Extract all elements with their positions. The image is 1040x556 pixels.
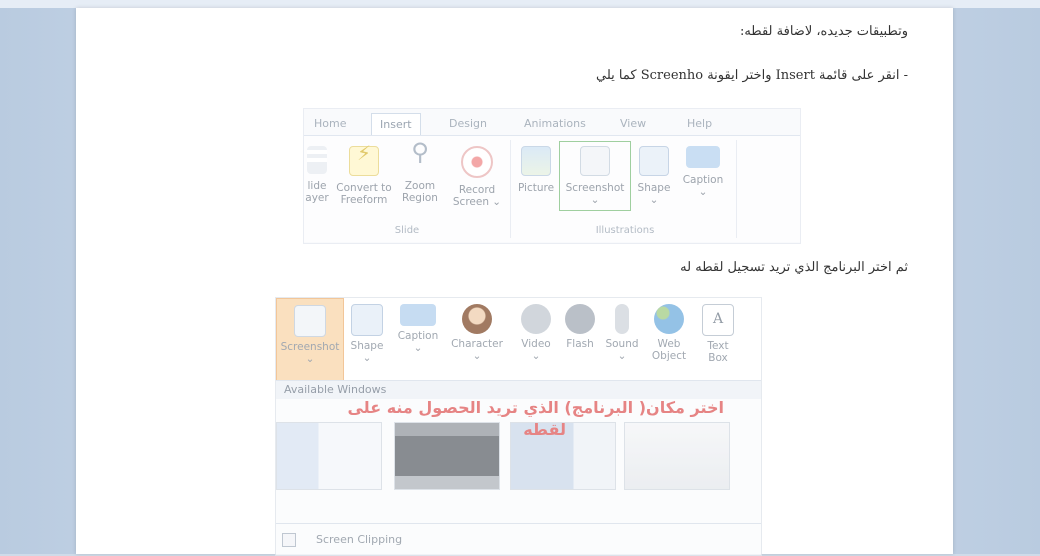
button-label: Shape bbox=[350, 340, 384, 352]
picture-icon bbox=[521, 146, 551, 176]
button-label: ⌄ bbox=[531, 350, 541, 362]
button-label: ⌄ bbox=[590, 194, 600, 206]
button-label: ⌄ bbox=[698, 186, 708, 198]
window-thumbnail[interactable] bbox=[394, 422, 500, 490]
convert-to-freeform-button[interactable]: ⚡ Convert to Freeform bbox=[334, 143, 394, 206]
button-label: Screenshot bbox=[565, 182, 625, 194]
tab-insert[interactable]: Insert bbox=[371, 113, 421, 135]
button-label: ⌄ bbox=[617, 350, 627, 362]
shape-icon bbox=[639, 146, 669, 176]
slide-group: lide ayer ⚡ Convert to Freeform ⚲ Zoom R… bbox=[304, 140, 511, 238]
ribbon-screenshot-1: Home Insert Design Animations View Help … bbox=[303, 108, 801, 244]
paragraph-line-1: وتطبيقات جديده، لاضافة لقطه: bbox=[739, 24, 908, 39]
button-label: ⌄ bbox=[305, 353, 315, 365]
button-label: lide bbox=[307, 180, 327, 192]
button-label: Character bbox=[451, 338, 503, 350]
button-label: ayer bbox=[305, 192, 329, 204]
button-label: ⌄ bbox=[362, 352, 372, 364]
button-label: ⌄ bbox=[413, 342, 423, 354]
button-label: Caption bbox=[397, 330, 439, 342]
button-label: Zoom bbox=[404, 180, 436, 192]
text-box-icon: A bbox=[702, 304, 734, 336]
record-icon bbox=[461, 146, 493, 178]
available-windows-header: Available Windows bbox=[276, 380, 761, 399]
button-label: Web bbox=[657, 338, 681, 350]
window-thumbnail[interactable] bbox=[624, 422, 730, 490]
window-thumbnail[interactable] bbox=[276, 422, 382, 490]
shape-button-2[interactable]: Shape ⌄ bbox=[344, 304, 390, 364]
button-label: Video bbox=[521, 338, 551, 350]
sound-icon bbox=[615, 304, 629, 334]
button-label: Caption bbox=[682, 174, 724, 186]
ribbon-tabs: Home Insert Design Animations View Help bbox=[304, 109, 800, 135]
screen-clipping-icon bbox=[282, 533, 296, 547]
slide-group-label: Slide bbox=[394, 225, 420, 236]
button-label: Object bbox=[651, 350, 687, 362]
screenshot-icon bbox=[294, 305, 326, 337]
button-label: Flash bbox=[566, 338, 594, 350]
shape-button[interactable]: Shape ⌄ bbox=[632, 146, 676, 206]
document-page: وتطبيقات جديده، لاضافة لقطه: - انقر على … bbox=[76, 8, 953, 556]
slide-icon bbox=[307, 146, 327, 174]
paragraph-line-3: ثم اختر البرنامج الذي تريد تسجيل لقطه له bbox=[680, 260, 908, 275]
record-screen-button[interactable]: Record Screen ⌄ bbox=[448, 146, 506, 208]
button-label: ⌄ bbox=[649, 194, 659, 206]
shape-icon bbox=[351, 304, 383, 336]
caption-icon bbox=[400, 304, 436, 326]
screen-clipping-item[interactable]: Screen Clipping bbox=[276, 523, 761, 556]
text-box-button[interactable]: A Text Box bbox=[700, 304, 736, 364]
tab-animations[interactable]: Animations bbox=[524, 117, 586, 130]
zoom-icon: ⚲ bbox=[411, 138, 429, 166]
available-windows-label: Available Windows bbox=[284, 383, 387, 396]
slide-layer-button[interactable]: lide ayer bbox=[304, 146, 330, 204]
button-label: Box bbox=[708, 352, 728, 364]
screen-clipping-label: Screen Clipping bbox=[316, 533, 403, 546]
character-icon bbox=[462, 304, 492, 334]
button-label: Screen ⌄ bbox=[452, 196, 502, 208]
button-label: Freeform bbox=[340, 194, 388, 206]
ribbon-body-2: Screenshot ⌄ Shape ⌄ Caption ⌄ Character… bbox=[276, 298, 761, 382]
button-label: Text bbox=[707, 340, 729, 352]
lightning-icon: ⚡ bbox=[349, 143, 379, 176]
illustrations-group: Picture Screenshot ⌄ Shape ⌄ Caption ⌄ I… bbox=[514, 140, 737, 238]
caption-button[interactable]: Caption ⌄ bbox=[678, 146, 728, 198]
paragraph-line-2: - انقر على قائمة Insert واختر ايقونة Scr… bbox=[596, 68, 908, 83]
video-button[interactable]: Video ⌄ bbox=[514, 304, 558, 362]
zoom-region-button[interactable]: ⚲ Zoom Region bbox=[396, 138, 444, 204]
caption-button-2[interactable]: Caption ⌄ bbox=[392, 304, 444, 354]
flash-icon bbox=[565, 304, 595, 334]
button-label: Screenshot bbox=[280, 341, 340, 353]
tab-home[interactable]: Home bbox=[314, 117, 346, 130]
button-label: Convert to bbox=[336, 182, 392, 194]
button-label: ⌄ bbox=[472, 350, 482, 362]
top-strip bbox=[0, 0, 1040, 8]
button-label: Shape bbox=[637, 182, 671, 194]
web-object-button[interactable]: Web Object bbox=[646, 304, 692, 362]
caption-icon bbox=[686, 146, 720, 168]
screenshot-button[interactable]: Screenshot ⌄ bbox=[559, 141, 631, 211]
button-label: Record bbox=[458, 184, 496, 196]
illustrations-group-label: Illustrations bbox=[595, 225, 655, 236]
screenshot-dropdown: Screenshot ⌄ Shape ⌄ Caption ⌄ Character… bbox=[275, 297, 762, 556]
tab-design[interactable]: Design bbox=[449, 117, 487, 130]
ribbon-body: lide ayer ⚡ Convert to Freeform ⚲ Zoom R… bbox=[304, 135, 800, 242]
tab-help[interactable]: Help bbox=[687, 117, 712, 130]
video-icon bbox=[521, 304, 551, 334]
web-object-icon bbox=[654, 304, 684, 334]
button-label: Region bbox=[402, 192, 438, 204]
annotation-text-line-1: اختر مكان( البرنامج) الذي تريد الحصول من… bbox=[347, 398, 724, 417]
tab-view[interactable]: View bbox=[620, 117, 646, 130]
button-label: Picture bbox=[517, 182, 555, 194]
screenshot-button-2[interactable]: Screenshot ⌄ bbox=[276, 298, 344, 382]
screenshot-icon bbox=[580, 146, 610, 176]
picture-button[interactable]: Picture bbox=[514, 146, 558, 194]
sound-button[interactable]: Sound ⌄ bbox=[600, 304, 644, 362]
button-label: Sound bbox=[605, 338, 639, 350]
flash-button[interactable]: Flash bbox=[560, 304, 600, 350]
window-thumbnails: اختر مكان( البرنامج) الذي تريد الحصول من… bbox=[276, 398, 746, 518]
annotation-text-line-2: لقطه bbox=[523, 420, 566, 439]
character-button[interactable]: Character ⌄ bbox=[448, 304, 506, 362]
